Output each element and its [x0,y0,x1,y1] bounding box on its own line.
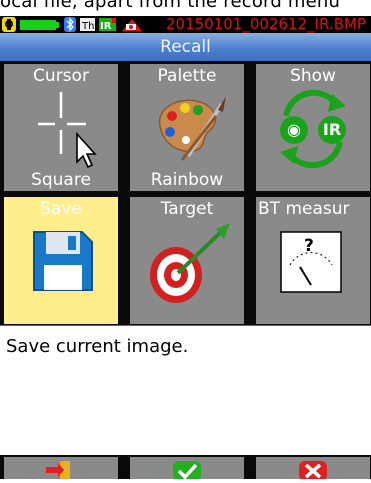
target-tile[interactable]: Target [130,197,244,324]
softkey-bar [0,455,371,481]
ir-mode-icon: IR [99,18,116,32]
caption-fragment: ocal file, apart from the record menu [0,0,371,16]
swap-visible-ir-icon [280,89,346,169]
tile-value: Square [31,170,91,190]
thermo-mode-icon: Th [80,18,95,32]
camera-logo-icon [2,17,16,32]
exit-button[interactable] [4,457,118,479]
show-tile[interactable]: Show ◉ IR [256,64,370,191]
exit-icon [46,461,70,479]
gauge-question-mark: ? [304,236,314,256]
floppy-disk-icon [33,231,93,291]
bluetooth-icon [64,17,76,32]
cursor-tile[interactable]: Cursor Square [4,64,118,191]
svg-text:IR: IR [100,21,112,32]
menu-grid: Cursor Square Palette Rainbow Show ◉ IR … [0,61,371,325]
gauge-icon [280,231,342,293]
bt-measure-tile[interactable]: BT measur ? [256,197,370,324]
file-name: 20150101_002612_IR.BMP [166,15,366,33]
eye-icon: ◉ [287,120,301,139]
status-icons: Th IR [2,17,142,32]
status-bar: Th IR 20150101_002612_IR.BMP [0,16,371,33]
save-tile[interactable]: Save [4,197,118,324]
menu-header: Recall [0,33,371,61]
cancel-icon [299,461,327,481]
tile-value: Rainbow [150,170,224,190]
cancel-button[interactable] [256,457,370,481]
page-title: Recall [160,37,211,57]
ir-label: IR [322,120,342,139]
storage-icon [122,19,142,31]
target-dart-icon [150,223,230,303]
description-text: Save current image. [6,336,189,357]
svg-text:Th: Th [81,21,94,32]
description-panel: Save current image. [0,325,371,456]
confirm-icon [173,461,201,481]
battery-icon [20,20,59,30]
palette-tile[interactable]: Palette Rainbow [130,64,244,191]
confirm-button[interactable] [130,457,244,481]
